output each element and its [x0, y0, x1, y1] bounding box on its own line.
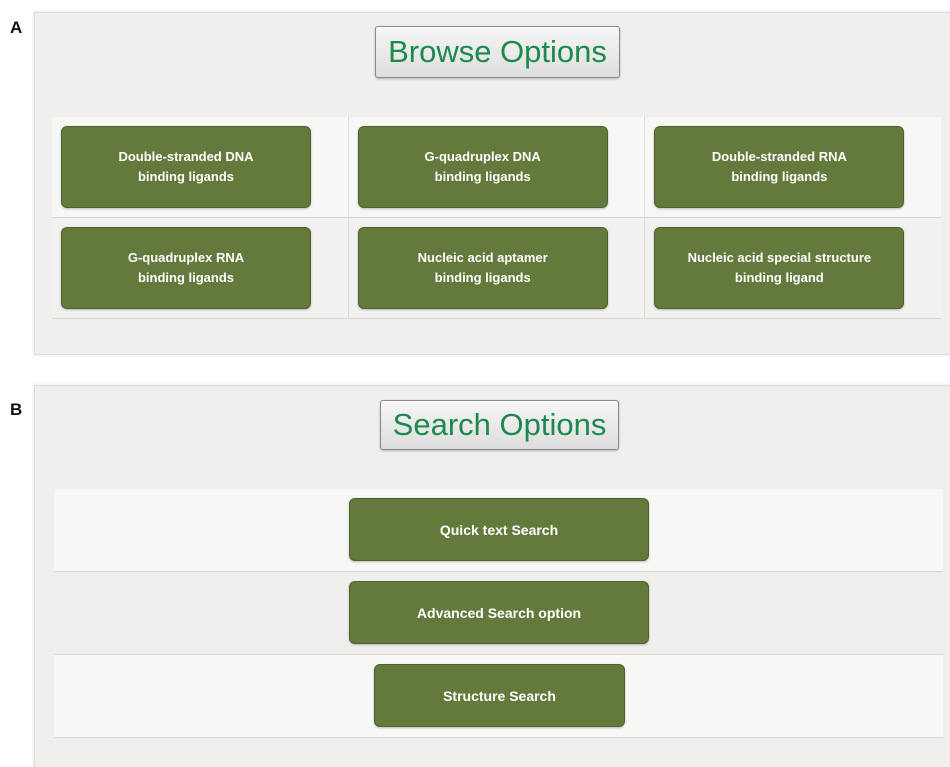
- browse-aptamer-button[interactable]: Nucleic acid aptamer binding ligands: [357, 227, 608, 309]
- search-options-heading[interactable]: Search Options: [380, 400, 619, 450]
- button-label-line: Nucleic acid special structure: [687, 250, 872, 265]
- browse-dsrna-button[interactable]: Double-stranded RNA binding ligands: [654, 126, 905, 208]
- browse-grid-cell: G-quadruplex DNA binding ligands: [349, 117, 646, 217]
- button-label: Structure Search: [443, 687, 556, 704]
- browse-dsdna-button[interactable]: Double-stranded DNA binding ligands: [61, 126, 311, 208]
- browse-options-heading[interactable]: Browse Options: [375, 26, 620, 78]
- search-row: Structure Search: [54, 655, 943, 738]
- button-label-line: G-quadruplex RNA: [127, 250, 245, 265]
- browse-grid-cell: Nucleic acid aptamer binding ligands: [349, 218, 646, 318]
- browse-grid-cell: Double-stranded RNA binding ligands: [645, 117, 941, 217]
- button-label-line: binding ligands: [137, 169, 235, 184]
- search-row: Quick text Search: [54, 489, 943, 572]
- browse-g4-rna-button[interactable]: G-quadruplex RNA binding ligands: [61, 227, 311, 309]
- search-row: Advanced Search option: [54, 572, 943, 655]
- search-options-list: Quick text Search Advanced Search option…: [54, 489, 943, 738]
- button-label-line: binding ligand: [734, 270, 824, 285]
- search-options-panel: Search Options Quick text Search Advance…: [34, 385, 950, 767]
- browse-special-structure-button[interactable]: Nucleic acid special structure binding l…: [654, 227, 905, 309]
- structure-search-button[interactable]: Structure Search: [374, 664, 625, 727]
- button-label-line: Nucleic acid aptamer: [417, 250, 548, 265]
- browse-grid-row: Double-stranded DNA binding ligands G-qu…: [52, 117, 941, 218]
- browse-grid-cell: Double-stranded DNA binding ligands: [52, 117, 349, 217]
- button-label-line: binding ligands: [434, 270, 531, 285]
- panel-b-label: B: [10, 400, 23, 419]
- button-label-line: binding ligands: [434, 169, 531, 184]
- panel-a-label: A: [10, 18, 23, 37]
- button-label: Quick text Search: [439, 521, 559, 538]
- button-label-line: Double-stranded DNA: [118, 149, 254, 164]
- button-label-line: binding ligands: [137, 270, 235, 285]
- button-label: Advanced Search option: [416, 604, 582, 621]
- button-label-line: G-quadruplex DNA: [424, 149, 541, 164]
- button-label-line: binding ligands: [731, 169, 828, 184]
- button-label-line: Double-stranded RNA: [711, 149, 847, 164]
- browse-grid-row: G-quadruplex RNA binding ligands Nucleic…: [52, 218, 941, 319]
- browse-g4-dna-button[interactable]: G-quadruplex DNA binding ligands: [357, 126, 608, 208]
- browse-grid-cell: G-quadruplex RNA binding ligands: [52, 218, 349, 318]
- browse-options-panel: Browse Options Double-stranded DNA bindi…: [34, 12, 950, 355]
- browse-grid-cell: Nucleic acid special structure binding l…: [645, 218, 941, 318]
- advanced-search-button[interactable]: Advanced Search option: [349, 581, 649, 644]
- quick-text-search-button[interactable]: Quick text Search: [349, 498, 649, 561]
- browse-options-grid: Double-stranded DNA binding ligands G-qu…: [52, 117, 941, 319]
